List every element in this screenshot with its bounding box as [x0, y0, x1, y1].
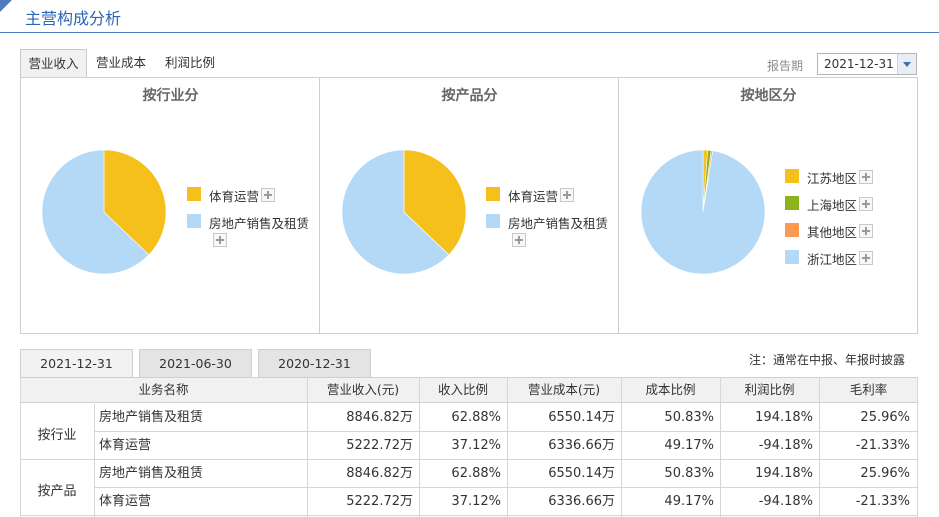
- revenue-ratio-cell: 62.88%: [451, 466, 501, 481]
- plus-icon[interactable]: [512, 233, 526, 247]
- pie-chart-product: [341, 149, 467, 275]
- legend-label: 房地产销售及租赁: [508, 216, 609, 231]
- tab-revenue[interactable]: 营业收入: [20, 49, 87, 77]
- cost-cell: 6550.14万: [548, 410, 615, 425]
- profit-ratio-cell: -94.18%: [758, 438, 813, 453]
- column-header: 毛利率: [849, 382, 888, 397]
- table-border: [917, 377, 918, 517]
- gross-margin-cell: -21.33%: [855, 438, 910, 453]
- chart-title-industry: 按行业分: [142, 88, 199, 104]
- report-period-value: 2021-12-31: [824, 57, 894, 71]
- column-header: 营业收入(元): [326, 382, 400, 397]
- legend-label: 房地产销售及租赁: [209, 216, 310, 231]
- chart-title-region: 按地区分: [740, 88, 797, 104]
- cost-ratio-cell: 50.83%: [664, 466, 714, 481]
- revenue-cell: 5222.72万: [346, 438, 413, 453]
- period-tab-2020-12-31[interactable]: 2020-12-31: [258, 349, 371, 377]
- period-tab-2021-12-31[interactable]: 2021-12-31: [20, 349, 133, 377]
- legend-swatch: [486, 214, 500, 228]
- pie-chart-region: [640, 149, 766, 275]
- plus-icon[interactable]: [859, 170, 873, 184]
- report-period-select[interactable]: 2021-12-31: [817, 53, 917, 75]
- page-title: 主营构成分析: [25, 9, 122, 28]
- cost-ratio-cell: 49.17%: [664, 494, 714, 509]
- table-divider: [94, 404, 95, 517]
- chevron-down-icon[interactable]: [897, 54, 916, 74]
- revenue-ratio-cell: 37.12%: [451, 438, 501, 453]
- legend-label: 其他地区: [807, 225, 858, 240]
- pie-slice[interactable]: [640, 149, 766, 275]
- legend-swatch: [187, 214, 201, 228]
- legend-label: 浙江地区: [807, 252, 858, 267]
- plus-icon[interactable]: [859, 197, 873, 211]
- legend-swatch: [785, 196, 799, 210]
- report-period-label: 报告期: [767, 59, 804, 73]
- cost-ratio-cell: 50.83%: [664, 410, 714, 425]
- business-name-cell: 体育运营: [99, 494, 152, 509]
- gross-margin-cell: 25.96%: [860, 466, 910, 481]
- gross-margin-cell: -21.33%: [855, 494, 910, 509]
- column-header: 成本比例: [645, 382, 696, 397]
- business-name-cell: 体育运营: [99, 438, 152, 453]
- legend-swatch: [785, 250, 799, 264]
- revenue-cell: 5222.72万: [346, 494, 413, 509]
- group-label-industry: 按行业: [37, 428, 77, 443]
- cost-cell: 6336.66万: [548, 438, 615, 453]
- business-name-cell: 房地产销售及租赁: [99, 466, 204, 481]
- legend-swatch: [785, 223, 799, 237]
- column-header: 利润比例: [744, 382, 795, 397]
- gross-margin-cell: 25.96%: [860, 410, 910, 425]
- plus-icon[interactable]: [859, 251, 873, 265]
- tab-profit-ratio[interactable]: 利润比例: [159, 49, 221, 77]
- profit-ratio-cell: 194.18%: [755, 410, 813, 425]
- revenue-cell: 8846.82万: [346, 410, 413, 425]
- tab-cost[interactable]: 营业成本: [89, 49, 153, 77]
- period-tab-2021-06-30[interactable]: 2021-06-30: [139, 349, 252, 377]
- legend-label: 体育运营: [508, 189, 559, 204]
- plus-icon[interactable]: [859, 224, 873, 238]
- revenue-ratio-cell: 37.12%: [451, 494, 501, 509]
- title-bar: [0, 0, 939, 33]
- plus-icon[interactable]: [213, 233, 227, 247]
- column-header: 业务名称: [138, 382, 189, 397]
- profit-ratio-cell: 194.18%: [755, 466, 813, 481]
- plus-icon[interactable]: [261, 188, 275, 202]
- pie-chart-industry: [41, 149, 167, 275]
- column-header: 收入比例: [437, 382, 488, 397]
- legend-swatch: [785, 169, 799, 183]
- legend-swatch: [486, 187, 500, 201]
- title-corner-decoration: [0, 0, 12, 12]
- chart-title-product: 按产品分: [441, 88, 498, 104]
- legend-label: 体育运营: [209, 189, 260, 204]
- legend-label: 上海地区: [807, 198, 858, 213]
- cost-cell: 6336.66万: [548, 494, 615, 509]
- revenue-ratio-cell: 62.88%: [451, 410, 501, 425]
- panel-divider: [319, 78, 320, 333]
- legend-swatch: [187, 187, 201, 201]
- cost-ratio-cell: 49.17%: [664, 438, 714, 453]
- revenue-cell: 8846.82万: [346, 466, 413, 481]
- group-label-product: 按产品: [37, 484, 77, 499]
- plus-icon[interactable]: [560, 188, 574, 202]
- business-name-cell: 房地产销售及租赁: [99, 410, 204, 425]
- cost-cell: 6550.14万: [548, 466, 615, 481]
- column-header: 营业成本(元): [527, 382, 601, 397]
- profit-ratio-cell: -94.18%: [758, 494, 813, 509]
- disclosure-note: 注：通常在中报、年报时披露: [749, 353, 906, 367]
- legend-label: 江苏地区: [807, 171, 858, 186]
- panel-divider: [618, 78, 619, 333]
